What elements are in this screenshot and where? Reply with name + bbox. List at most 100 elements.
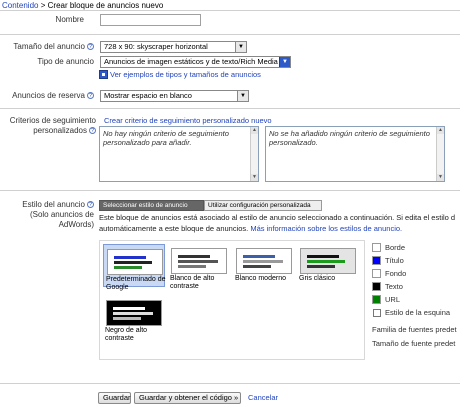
font-size-label: Tamaño de fuente predet	[372, 339, 456, 348]
backup-select-value: Mostrar espacio en blanco	[104, 91, 192, 100]
thumb-text-bar	[243, 260, 283, 263]
save-button[interactable]: Guardar	[98, 392, 131, 404]
swatch-background[interactable]	[372, 269, 381, 278]
examples-link[interactable]: Ver ejemplos de tipos y tamaños de anunc…	[110, 70, 261, 79]
style-card-high-contrast-white[interactable]: Blanco de alto contraste	[168, 244, 230, 290]
style-info-line2: automáticamente a este bloque de anuncio…	[99, 223, 402, 234]
swatch-label: Borde	[385, 243, 406, 252]
style-card-title: Blanco de alto contraste	[170, 275, 215, 290]
color-swatches: Borde Título Fondo Texto URL Estilo de l…	[372, 243, 460, 353]
style-card-high-contrast-black[interactable]: Negro de alto contraste	[103, 296, 165, 342]
tracking-available-list[interactable]: No hay ningún criterio de seguimiento pe…	[99, 126, 259, 182]
style-info-line1: Este bloque de anuncios está asociado al…	[99, 213, 456, 222]
breadcrumb-separator: >	[40, 1, 46, 10]
swatch-border[interactable]	[372, 243, 381, 252]
swatch-title[interactable]	[372, 256, 381, 265]
style-gallery: Predeterminado de Google Blanco de alto …	[99, 240, 365, 360]
type-select-value: Anuncios de imagen estáticos y de texto/…	[104, 57, 278, 66]
swatch-text[interactable]	[372, 282, 381, 291]
tracking-label-line2-text: personalizados	[33, 126, 87, 135]
tab-custom-settings[interactable]: Utilizar configuración personalizada	[204, 200, 322, 211]
divider	[0, 383, 460, 384]
thumb-url-bar	[113, 317, 141, 320]
cancel-link[interactable]: Cancelar	[248, 393, 278, 402]
scroll-up-icon[interactable]: ▲	[251, 127, 258, 134]
corner-style-label: Estilo de la esquina	[385, 308, 451, 317]
type-select[interactable]: Anuncios de imagen estáticos y de texto/…	[100, 56, 291, 68]
breadcrumb-link-contenido[interactable]: Contenido	[2, 1, 38, 10]
examples-icon	[99, 70, 108, 79]
tracking-available-empty-text: No hay ningún criterio de seguimiento pe…	[103, 129, 229, 147]
dropdown-arrow-icon: ▼	[279, 57, 290, 67]
scrollbar[interactable]: ▲ ▼	[250, 127, 258, 181]
ad-style-label-line3: AdWords)	[58, 220, 94, 229]
tab-select-style[interactable]: Seleccionar estilo de anuncio	[99, 200, 204, 211]
ad-style-label-line1-text: Estilo del anuncio	[22, 200, 85, 209]
thumb-url-bar	[178, 265, 206, 268]
tracking-selected-list[interactable]: No se ha añadido ningún criterio de segu…	[265, 126, 445, 182]
scroll-down-icon[interactable]: ▼	[437, 174, 444, 181]
style-card-classic-gray[interactable]: Gris clásico	[297, 244, 359, 287]
style-card-title: Blanco moderno	[235, 275, 286, 282]
divider	[0, 10, 460, 11]
swatch-label: Título	[385, 256, 404, 265]
breadcrumb: Contenido > Crear bloque de anuncios nue…	[2, 1, 163, 10]
swatch-label: URL	[385, 295, 401, 304]
size-select[interactable]: 728 x 90: skyscraper horizontal ▼	[100, 41, 247, 53]
thumb-url-bar	[307, 265, 335, 268]
examples-link-row: Ver ejemplos de tipos y tamaños de anunc…	[99, 70, 261, 79]
scroll-down-icon[interactable]: ▼	[251, 174, 258, 181]
thumb-text-bar	[178, 260, 218, 263]
create-tracking-link[interactable]: Crear criterio de seguimiento personaliz…	[104, 116, 272, 125]
corner-style-checkbox[interactable]	[373, 309, 381, 317]
name-input[interactable]	[100, 14, 201, 26]
ad-style-label: Estilo del anuncio? (Solo anuncios de Ad…	[4, 200, 94, 230]
save-get-code-button[interactable]: Guardar y obtener el código »	[134, 392, 241, 404]
help-icon[interactable]: ?	[87, 43, 94, 50]
backup-select[interactable]: Mostrar espacio en blanco ▼	[100, 90, 249, 102]
style-card-modern-white[interactable]: Blanco moderno	[233, 244, 295, 287]
thumb-title-bar	[113, 307, 145, 310]
thumb-title-bar	[178, 255, 210, 258]
ad-style-label-line2: (Solo anuncios de	[29, 210, 94, 219]
help-icon[interactable]: ?	[87, 201, 94, 208]
style-card-title: Predeterminado de Google	[106, 276, 166, 291]
type-label: Tipo de anuncio	[4, 57, 94, 67]
thumb-text-bar	[307, 260, 345, 263]
divider	[0, 34, 460, 35]
thumb-text-bar	[114, 261, 152, 264]
dropdown-arrow-icon: ▼	[235, 42, 246, 52]
dropdown-arrow-icon: ▼	[237, 91, 248, 101]
style-thumb	[106, 300, 162, 326]
type-label-text: Tipo de anuncio	[37, 57, 94, 66]
divider	[0, 190, 460, 191]
style-card-google-default[interactable]: Predeterminado de Google	[103, 244, 166, 291]
backup-label: Anuncios de reserva?	[4, 91, 94, 101]
breadcrumb-current: Crear bloque de anuncios nuevo	[47, 1, 164, 10]
style-info-text: automáticamente a este bloque de anuncio…	[99, 224, 249, 233]
scrollbar[interactable]: ▲ ▼	[436, 127, 444, 181]
thumb-title-bar	[114, 256, 146, 259]
style-info-link[interactable]: Más información sobre los estilos de anu…	[250, 224, 402, 233]
name-label: Nombre	[55, 15, 84, 24]
style-card-title: Negro de alto contraste	[105, 327, 148, 342]
help-icon[interactable]: ?	[87, 92, 94, 99]
tracking-selected-empty-text: No se ha añadido ningún criterio de segu…	[269, 129, 430, 147]
size-label-text: Tamaño del anuncio	[13, 42, 85, 51]
size-label: Tamaño del anuncio?	[4, 42, 94, 52]
scroll-up-icon[interactable]: ▲	[437, 127, 444, 134]
font-family-label: Familia de fuentes predet	[372, 325, 457, 334]
size-select-value: 728 x 90: skyscraper horizontal	[104, 42, 208, 51]
style-thumb	[300, 248, 356, 274]
swatch-label: Texto	[385, 282, 403, 291]
thumb-url-bar	[243, 265, 271, 268]
ad-style-label-line1: Estilo del anuncio?	[4, 200, 94, 210]
tracking-label-line2: personalizados?	[4, 126, 96, 136]
swatch-url[interactable]	[372, 295, 381, 304]
help-icon[interactable]: ?	[89, 127, 96, 134]
swatch-label: Fondo	[385, 269, 407, 278]
backup-label-text: Anuncios de reserva	[12, 91, 85, 100]
style-thumb	[171, 248, 227, 274]
style-thumb	[236, 248, 292, 274]
divider	[0, 108, 460, 109]
